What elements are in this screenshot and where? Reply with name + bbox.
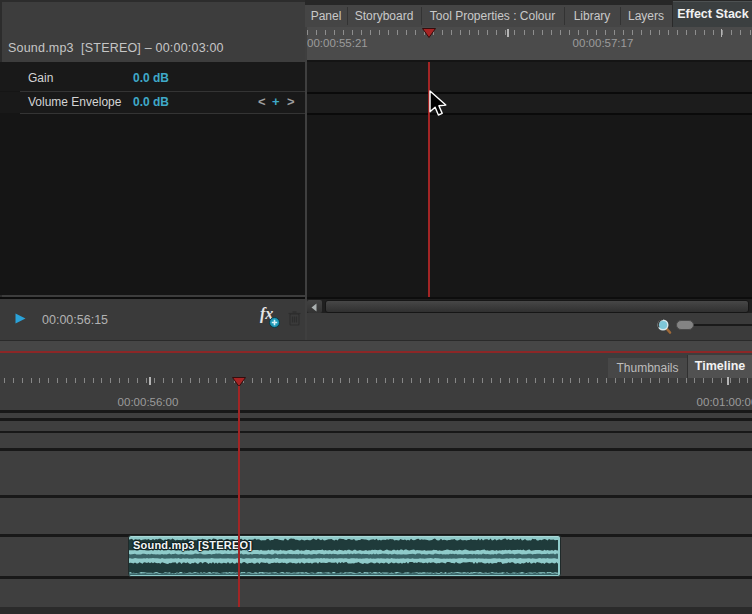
timeline-ruler[interactable]: 00:00:56:00 00:01:00:00 (0, 377, 752, 410)
gain-label: Gain (28, 71, 53, 85)
gain-value[interactable]: 0.0 dB (133, 71, 169, 85)
track-separator (305, 92, 752, 94)
play-icon[interactable] (15, 313, 26, 324)
envelope-prev-button[interactable]: < (258, 94, 266, 109)
trash-icon[interactable] (288, 310, 301, 326)
timeline-ruler-label-2: 00:01:00:00 (694, 395, 752, 409)
effect-stack-curve-area[interactable] (305, 62, 752, 297)
transport-timecode: 00:00:56:15 (42, 312, 122, 328)
fx-add-icon[interactable]: fx (260, 308, 282, 330)
panel-divider[interactable] (305, 27, 307, 341)
panel-top-edge (0, 0, 305, 2)
tab-tool-properties[interactable]: Tool Properties : Colour (421, 5, 564, 27)
track-row[interactable] (0, 498, 752, 535)
sound-transport-bar: 00:00:56:15 fx (0, 297, 305, 343)
tab-storyboard[interactable]: Storyboard (347, 5, 421, 27)
tab-timeline[interactable]: Timeline (687, 355, 752, 378)
track-separator (305, 113, 752, 115)
tab-thumbnails[interactable]: Thumbnails (608, 358, 687, 378)
effect-stack-panel: Panel Storyboard Tool Properties : Colou… (305, 0, 752, 341)
track-row[interactable] (0, 433, 752, 448)
tab-effect-stack[interactable]: Effect Stack (672, 1, 752, 27)
scrollbar-left-button[interactable] (307, 300, 322, 313)
track-row[interactable] (0, 421, 752, 431)
playhead-line-bottom[interactable] (238, 386, 241, 607)
sound-editor-ruler[interactable]: 00:00:55:21 00:00:57:17 (305, 27, 752, 62)
playhead-line-top[interactable] (428, 62, 431, 297)
volume-envelope-value[interactable]: 0.0 dB (133, 95, 169, 109)
track-row[interactable] (0, 451, 752, 496)
zoom-control-row (305, 313, 752, 341)
zoom-slider-groove[interactable] (694, 324, 752, 326)
volume-envelope-label: Volume Envelope (28, 95, 121, 109)
audio-clip-label: Sound.mp3 [STEREO] (133, 539, 252, 551)
tab-layers[interactable]: Layers (620, 5, 672, 27)
ruler-ticks (0, 377, 752, 410)
sound-editor-panel: Sound.mp3 [STEREO] – 00:00:03:00 Gain 0.… (0, 0, 305, 341)
ruler-label-start: 00:00:55:21 (307, 36, 368, 50)
tab-library[interactable]: Library (564, 5, 620, 27)
audio-clip[interactable]: Sound.mp3 [STEREO] (128, 535, 561, 577)
tab-panel[interactable]: Panel (305, 5, 347, 27)
scrollbar-handle[interactable] (325, 300, 749, 313)
timeline-bottom-strip (0, 607, 752, 614)
volume-envelope-row[interactable]: Volume Envelope 0.0 dB < + > (0, 92, 305, 113)
envelope-add-button[interactable]: + (272, 94, 280, 109)
sound-properties-area: Gain 0.0 dB Volume Envelope 0.0 dB < + > (0, 62, 305, 295)
timeline-panel: Thumbnails Timeline 00:00:56:00 00:01:00… (0, 353, 752, 614)
timeline-ruler-label-1: 00:00:56:00 (115, 395, 181, 409)
view-tabbar: Panel Storyboard Tool Properties : Colou… (305, 0, 752, 27)
timeline-tracks (0, 410, 752, 607)
application-window: Sound.mp3 [STEREO] – 00:00:03:00 Gain 0.… (0, 0, 752, 614)
magnifier-icon[interactable] (656, 318, 673, 336)
playhead-marker-top[interactable] (422, 28, 436, 38)
ruler-ticks (305, 27, 752, 60)
sound-clip-title: Sound.mp3 [STEREO] – 00:00:03:00 (8, 41, 303, 56)
zoom-slider-handle[interactable] (676, 320, 694, 330)
envelope-next-button[interactable]: > (287, 94, 295, 109)
ruler-label-mid: 00:00:57:17 (570, 36, 636, 50)
row-separator (20, 113, 305, 114)
curve-area-lower (305, 115, 752, 297)
gain-row[interactable]: Gain 0.0 dB (0, 62, 305, 91)
track-row[interactable] (0, 579, 752, 607)
